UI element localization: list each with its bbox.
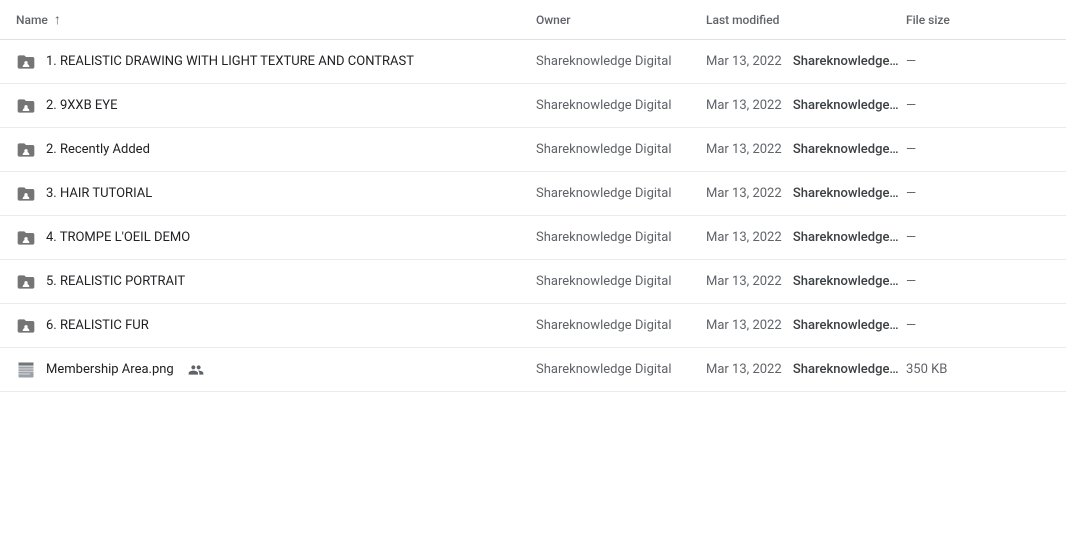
row-name: 3. HAIR TUTORIAL: [16, 184, 536, 204]
row-modified: Mar 13, 2022 Shareknowledge…: [706, 142, 906, 157]
file-table: Name ↑ Owner Last modified File size 1. …: [0, 0, 1066, 392]
row-owner: Shareknowledge Digital: [536, 186, 706, 201]
table-row[interactable]: 4. TROMPE L'OEIL DEMO Shareknowledge Dig…: [0, 216, 1066, 260]
row-size: —: [906, 142, 1050, 157]
table-row[interactable]: Membership Area.png Shareknowledge Digit…: [0, 348, 1066, 392]
col-size-header: File size: [906, 13, 1050, 27]
modified-date: Mar 13, 2022: [706, 142, 782, 157]
modified-by: Shareknowledge…: [793, 142, 899, 157]
file-name-label: 3. HAIR TUTORIAL: [46, 186, 152, 201]
folder-person-icon: [16, 140, 36, 160]
row-name: 2. 9XXB EYE: [16, 96, 536, 116]
row-name: 1. REALISTIC DRAWING WITH LIGHT TEXTURE …: [16, 52, 536, 72]
modified-by: Shareknowledge…: [793, 230, 899, 245]
folder-person-icon: [16, 96, 36, 116]
col-name-label: Name: [16, 13, 48, 27]
table-row[interactable]: 2. 9XXB EYE Shareknowledge Digital Mar 1…: [0, 84, 1066, 128]
file-name-label: Membership Area.png: [46, 362, 174, 377]
modified-by: Shareknowledge…: [793, 186, 899, 201]
file-name-label: 1. REALISTIC DRAWING WITH LIGHT TEXTURE …: [46, 54, 414, 69]
rows-container: 1. REALISTIC DRAWING WITH LIGHT TEXTURE …: [0, 40, 1066, 392]
row-owner: Shareknowledge Digital: [536, 362, 706, 377]
row-owner: Shareknowledge Digital: [536, 274, 706, 289]
row-name: 5. REALISTIC PORTRAIT: [16, 272, 536, 292]
row-modified: Mar 13, 2022 Shareknowledge…: [706, 362, 906, 377]
modified-date: Mar 13, 2022: [706, 362, 782, 377]
col-owner-header: Owner: [536, 13, 706, 27]
folder-person-icon: [16, 184, 36, 204]
row-owner: Shareknowledge Digital: [536, 230, 706, 245]
file-name-label: 2. Recently Added: [46, 142, 150, 157]
table-header: Name ↑ Owner Last modified File size: [0, 0, 1066, 40]
modified-date: Mar 13, 2022: [706, 230, 782, 245]
folder-person-icon: [16, 228, 36, 248]
folder-person-icon: [16, 52, 36, 72]
table-row[interactable]: 3. HAIR TUTORIAL Shareknowledge Digital …: [0, 172, 1066, 216]
row-modified: Mar 13, 2022 Shareknowledge…: [706, 230, 906, 245]
row-name: Membership Area.png: [16, 360, 536, 380]
modified-by: Shareknowledge…: [793, 98, 899, 113]
row-owner: Shareknowledge Digital: [536, 54, 706, 69]
row-modified: Mar 13, 2022 Shareknowledge…: [706, 54, 906, 69]
col-modified-header: Last modified: [706, 13, 906, 27]
table-row[interactable]: 5. REALISTIC PORTRAIT Shareknowledge Dig…: [0, 260, 1066, 304]
row-size: —: [906, 230, 1050, 245]
row-modified: Mar 13, 2022 Shareknowledge…: [706, 318, 906, 333]
modified-by: Shareknowledge…: [793, 362, 899, 377]
modified-date: Mar 13, 2022: [706, 186, 782, 201]
row-name: 2. Recently Added: [16, 140, 536, 160]
modified-by: Shareknowledge…: [793, 54, 899, 69]
image-file-icon: [16, 360, 36, 380]
modified-date: Mar 13, 2022: [706, 54, 782, 69]
row-size: —: [906, 186, 1050, 201]
file-name-label: 6. REALISTIC FUR: [46, 318, 149, 333]
modified-date: Mar 13, 2022: [706, 98, 782, 113]
table-row[interactable]: 2. Recently Added Shareknowledge Digital…: [0, 128, 1066, 172]
file-name-label: 5. REALISTIC PORTRAIT: [46, 274, 185, 289]
row-size: —: [906, 98, 1050, 113]
row-name: 4. TROMPE L'OEIL DEMO: [16, 228, 536, 248]
folder-person-icon: [16, 272, 36, 292]
table-row[interactable]: 1. REALISTIC DRAWING WITH LIGHT TEXTURE …: [0, 40, 1066, 84]
row-owner: Shareknowledge Digital: [536, 318, 706, 333]
row-modified: Mar 13, 2022 Shareknowledge…: [706, 274, 906, 289]
folder-person-icon: [16, 316, 36, 336]
shared-icon: [188, 362, 204, 378]
row-owner: Shareknowledge Digital: [536, 98, 706, 113]
row-modified: Mar 13, 2022 Shareknowledge…: [706, 186, 906, 201]
row-size: —: [906, 318, 1050, 333]
modified-by: Shareknowledge…: [793, 274, 899, 289]
row-name: 6. REALISTIC FUR: [16, 316, 536, 336]
row-size: —: [906, 54, 1050, 69]
file-name-label: 4. TROMPE L'OEIL DEMO: [46, 230, 190, 245]
sort-arrow-icon: ↑: [54, 11, 61, 28]
file-name-label: 2. 9XXB EYE: [46, 98, 117, 113]
row-owner: Shareknowledge Digital: [536, 142, 706, 157]
modified-by: Shareknowledge…: [793, 318, 899, 333]
modified-date: Mar 13, 2022: [706, 274, 782, 289]
table-row[interactable]: 6. REALISTIC FUR Shareknowledge Digital …: [0, 304, 1066, 348]
row-size: 350 KB: [906, 362, 1050, 377]
row-modified: Mar 13, 2022 Shareknowledge…: [706, 98, 906, 113]
modified-date: Mar 13, 2022: [706, 318, 782, 333]
col-name-header[interactable]: Name ↑: [16, 11, 536, 28]
row-size: —: [906, 274, 1050, 289]
